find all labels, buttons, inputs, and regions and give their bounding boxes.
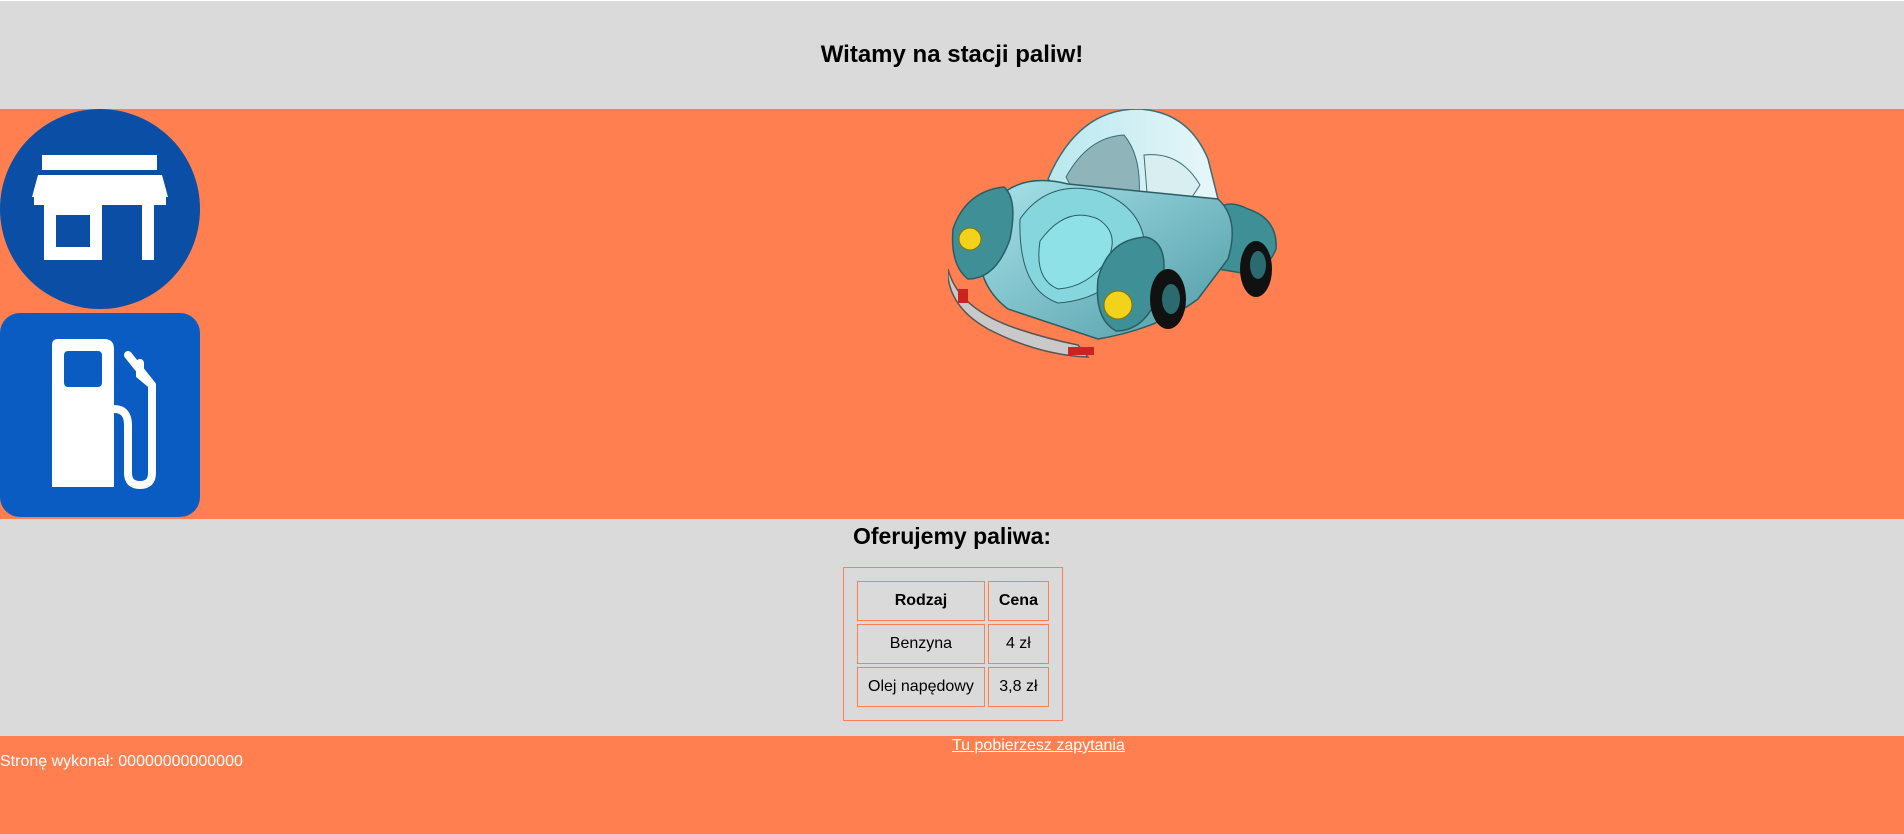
table-header-row: Rodzaj Cena	[857, 581, 1049, 621]
fuel-price-table: Rodzaj Cena Benzyna 4 zł Olej napędowy 3…	[843, 567, 1063, 721]
page-title: Witamy na stacji paliw!	[820, 41, 1084, 68]
offer-section: Oferujemy paliwa: Rodzaj Cena Benzyna 4 …	[0, 519, 1904, 736]
offer-title: Oferujemy paliwa:	[852, 523, 1052, 549]
author-credit: Stronę wykonał: 00000000000000	[0, 753, 243, 770]
fuel-price-cell: 4 zł	[987, 624, 1049, 664]
fuel-type-cell: Benzyna	[857, 624, 985, 664]
column-header-price: Cena	[987, 581, 1049, 621]
table-row: Benzyna 4 zł	[857, 624, 1049, 664]
banner	[0, 109, 1904, 519]
fuel-pump-icon	[0, 313, 200, 517]
fuel-type-cell: Olej napędowy	[857, 667, 985, 707]
page-header: Witamy na stacji paliw!	[0, 1, 1904, 109]
column-header-type: Rodzaj	[857, 581, 985, 621]
car-illustration	[948, 109, 1277, 358]
fuel-price-cell: 3,8 zł	[987, 667, 1049, 707]
page-footer: Tu pobierzesz zapytania Stronę wykonał: …	[0, 736, 1904, 834]
shop-icon	[0, 109, 200, 309]
table-row: Olej napędowy 3,8 zł	[857, 667, 1049, 707]
download-queries-link[interactable]: Tu pobierzesz zapytania	[952, 736, 1125, 756]
